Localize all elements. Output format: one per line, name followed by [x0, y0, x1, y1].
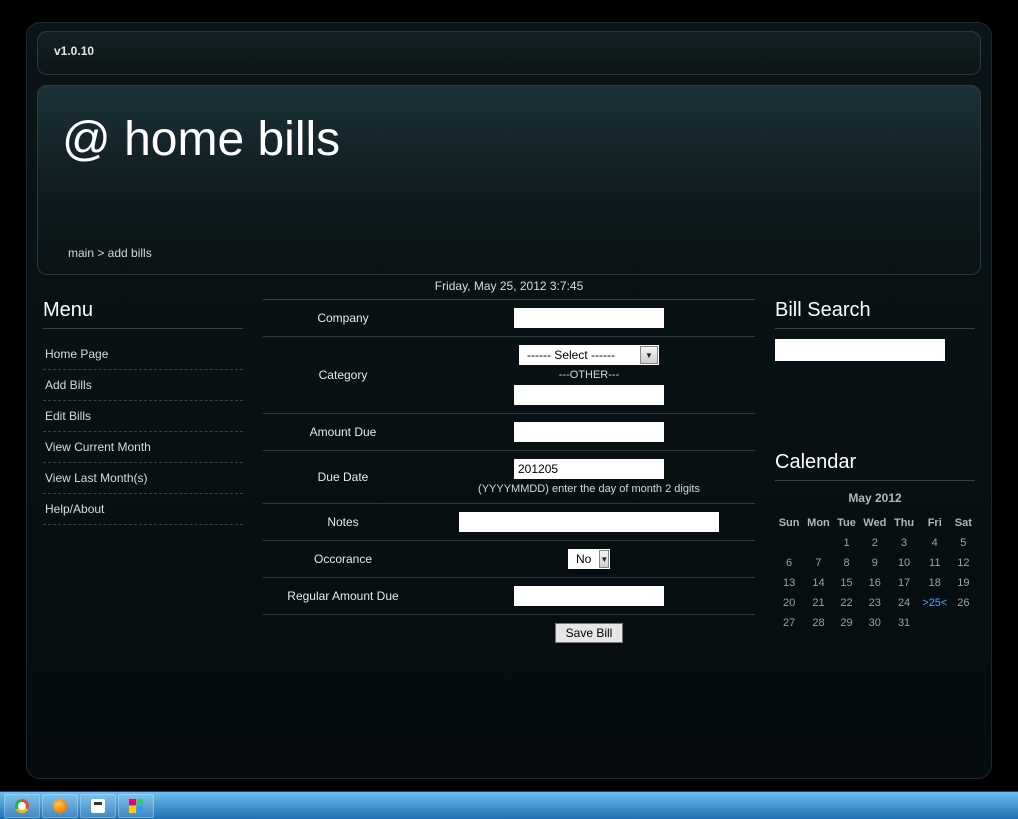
amount-due-input[interactable]: [514, 422, 664, 442]
calendar-dow-row: SunMonTueWedThuFriSat: [775, 513, 975, 533]
calendar-day[interactable]: 2: [859, 533, 890, 553]
due-date-hint: (YYYYMMDD) enter the day of month 2 digi…: [423, 483, 755, 495]
menu-list: Home Page Add Bills Edit Bills View Curr…: [43, 339, 243, 525]
occurance-value: No: [568, 552, 599, 566]
calendar-dow: Sat: [952, 513, 975, 533]
taskbar-firefox-icon[interactable]: [42, 794, 78, 818]
save-bill-button[interactable]: Save Bill: [555, 623, 624, 643]
calendar-day[interactable]: 10: [890, 553, 917, 573]
calendar-dow: Thu: [890, 513, 917, 533]
calendar-day[interactable]: 5: [952, 533, 975, 553]
calendar-day[interactable]: 28: [803, 613, 834, 633]
taskbar-chrome-icon[interactable]: [4, 794, 40, 818]
calendar-day[interactable]: 3: [890, 533, 917, 553]
taskbar-terminal-icon[interactable]: [80, 794, 116, 818]
menu-item-edit-bills[interactable]: Edit Bills: [43, 401, 243, 432]
calendar-day[interactable]: >25<: [918, 593, 952, 613]
category-select-value: ------ Select ------: [519, 348, 623, 362]
calendar-day[interactable]: 7: [803, 553, 834, 573]
chevron-down-icon: ▼: [599, 550, 609, 568]
calendar-title: Calendar: [775, 451, 975, 481]
calendar-day[interactable]: 8: [834, 553, 859, 573]
calendar-dow: Tue: [834, 513, 859, 533]
calendar-day[interactable]: 1: [834, 533, 859, 553]
breadcrumb: main > add bills: [68, 246, 152, 260]
chevron-down-icon: ▼: [640, 346, 658, 364]
calendar-day[interactable]: 14: [803, 573, 834, 593]
calendar-day[interactable]: 23: [859, 593, 890, 613]
calendar-day[interactable]: 31: [890, 613, 917, 633]
calendar-dow: Mon: [803, 513, 834, 533]
calendar-day[interactable]: 16: [859, 573, 890, 593]
notes-input[interactable]: [459, 512, 719, 532]
regular-amount-input[interactable]: [514, 586, 664, 606]
label-amount-due: Amount Due: [263, 425, 423, 439]
calendar-day[interactable]: 29: [834, 613, 859, 633]
calendar-day[interactable]: 9: [859, 553, 890, 573]
version-label: v1.0.10: [54, 44, 94, 58]
company-input[interactable]: [514, 308, 664, 328]
calendar-day: [775, 533, 803, 553]
category-select[interactable]: ------ Select ------ ▼: [519, 345, 659, 365]
calendar-day[interactable]: 15: [834, 573, 859, 593]
label-occurance: Occorance: [263, 552, 423, 566]
calendar-dow: Sun: [775, 513, 803, 533]
calendar-day[interactable]: 27: [775, 613, 803, 633]
calendar-day[interactable]: 18: [918, 573, 952, 593]
calendar-day[interactable]: 12: [952, 553, 975, 573]
label-company: Company: [263, 311, 423, 325]
right-sidebar: Bill Search Calendar May 2012 SunMonTueW…: [765, 299, 975, 651]
version-bar: v1.0.10: [37, 31, 981, 75]
app-title: @ home bills: [62, 112, 956, 167]
menu-item-add-bills[interactable]: Add Bills: [43, 370, 243, 401]
calendar-day[interactable]: 6: [775, 553, 803, 573]
label-category: Category: [263, 368, 423, 382]
menu-item-view-current[interactable]: View Current Month: [43, 432, 243, 463]
calendar-day: [803, 533, 834, 553]
menu-item-help[interactable]: Help/About: [43, 494, 243, 525]
calendar-day[interactable]: 17: [890, 573, 917, 593]
taskbar: [0, 791, 1018, 819]
calendar-day[interactable]: 4: [918, 533, 952, 553]
calendar-day[interactable]: 26: [952, 593, 975, 613]
taskbar-apps-icon[interactable]: [118, 794, 154, 818]
calendar-day[interactable]: 19: [952, 573, 975, 593]
calendar-day[interactable]: 22: [834, 593, 859, 613]
calendar-day[interactable]: 11: [918, 553, 952, 573]
category-other-label: ---OTHER---: [423, 369, 755, 381]
label-notes: Notes: [263, 515, 423, 529]
calendar-month: May 2012: [775, 491, 975, 505]
app-frame: v1.0.10 @ home bills main > add bills Fr…: [26, 22, 992, 779]
calendar-day[interactable]: 30: [859, 613, 890, 633]
bill-search-input[interactable]: [775, 339, 945, 361]
menu-item-home[interactable]: Home Page: [43, 339, 243, 370]
calendar-day[interactable]: 13: [775, 573, 803, 593]
title-panel: @ home bills main > add bills: [37, 85, 981, 275]
datetime: Friday, May 25, 2012 3:7:45: [37, 279, 981, 293]
sidebar: Menu Home Page Add Bills Edit Bills View…: [43, 299, 253, 651]
calendar-day: [952, 613, 975, 633]
label-due-date: Due Date: [263, 470, 423, 484]
occurance-select[interactable]: No ▼: [568, 549, 610, 569]
label-regular-amount: Regular Amount Due: [263, 589, 423, 603]
calendar-dow: Fri: [918, 513, 952, 533]
category-other-input[interactable]: [514, 385, 664, 405]
calendar-day[interactable]: 20: [775, 593, 803, 613]
due-date-input[interactable]: [514, 459, 664, 479]
calendar-day[interactable]: 21: [803, 593, 834, 613]
calendar-dow: Wed: [859, 513, 890, 533]
calendar-day: [918, 613, 952, 633]
menu-item-view-last[interactable]: View Last Month(s): [43, 463, 243, 494]
search-title: Bill Search: [775, 299, 975, 329]
calendar-day[interactable]: 24: [890, 593, 917, 613]
menu-title: Menu: [43, 299, 243, 329]
calendar-table: SunMonTueWedThuFriSat 123456789101112131…: [775, 513, 975, 633]
main-form: Company Category ------ Select ------ ▼ …: [253, 299, 765, 651]
